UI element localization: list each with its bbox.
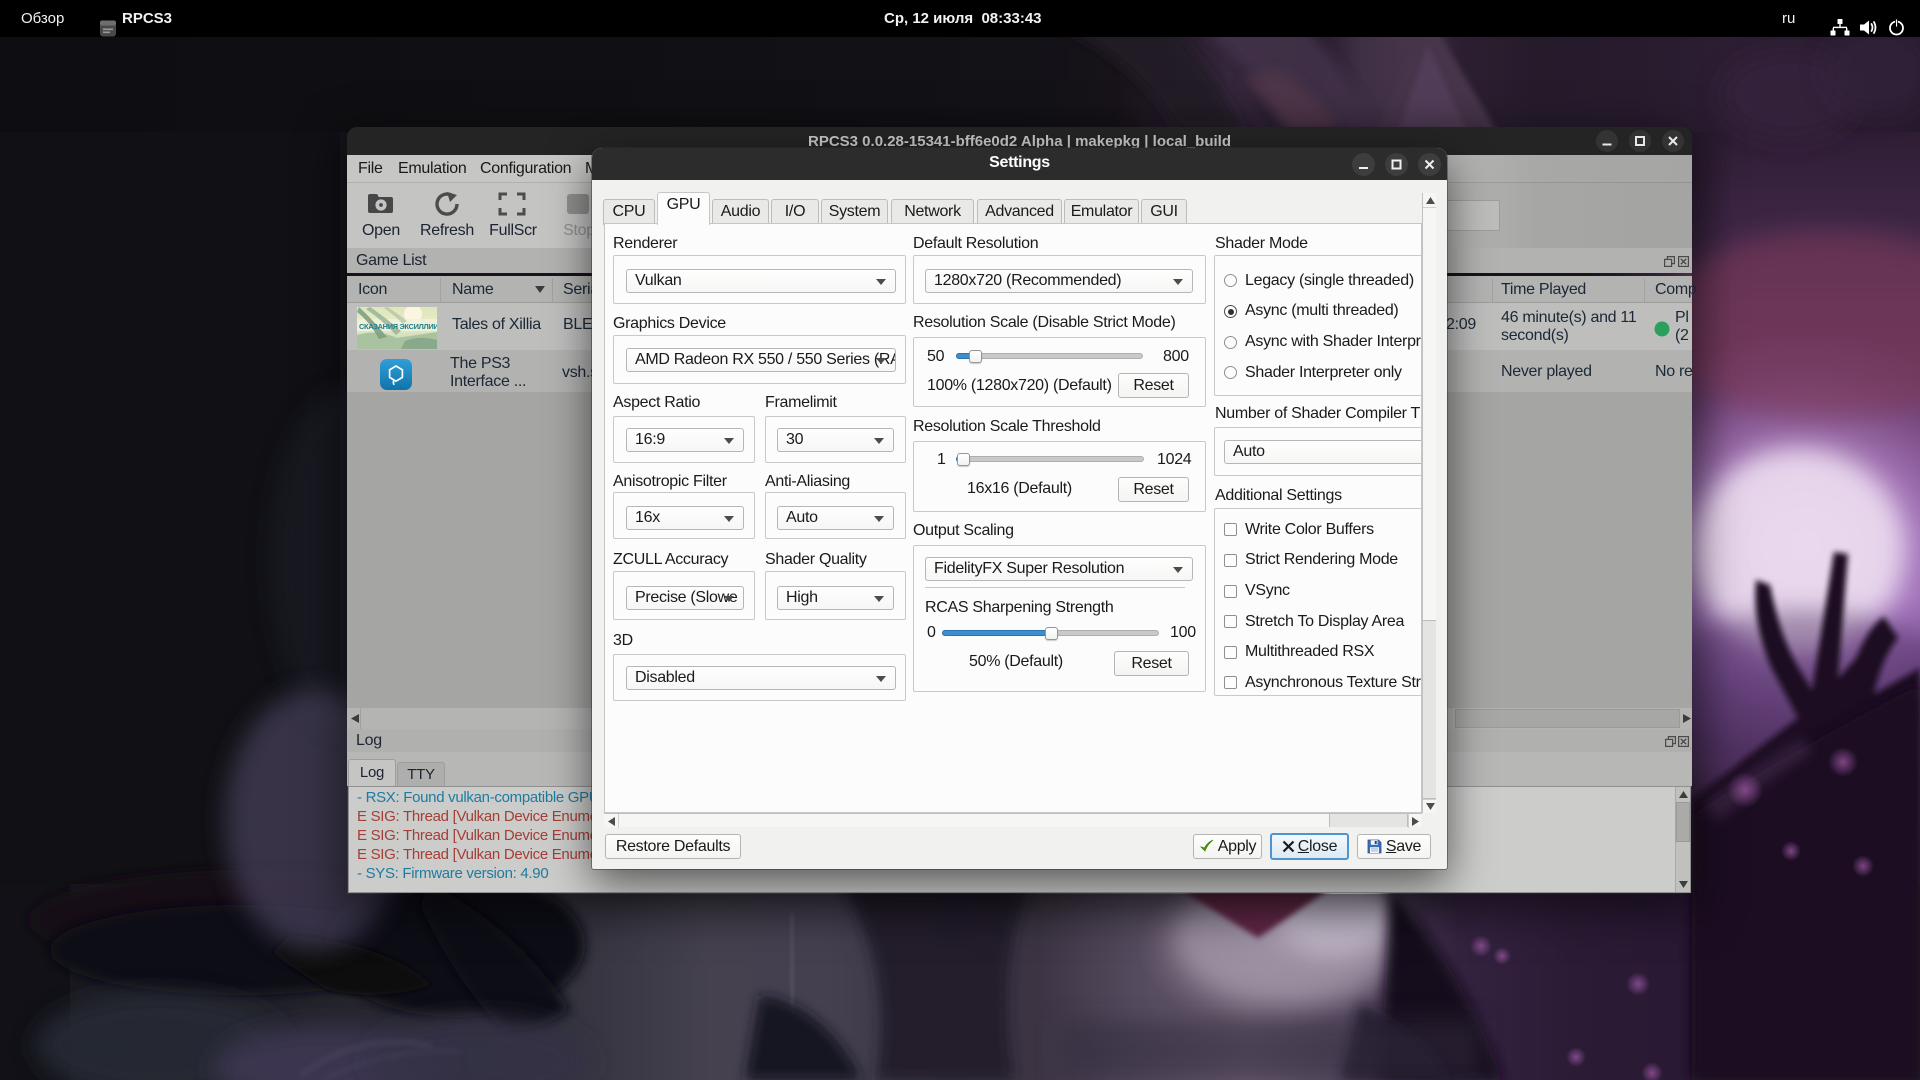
svg-text:СКАЗАНИЯ ЭКСИЛЛИИ: СКАЗАНИЯ ЭКСИЛЛИИ	[359, 322, 437, 331]
